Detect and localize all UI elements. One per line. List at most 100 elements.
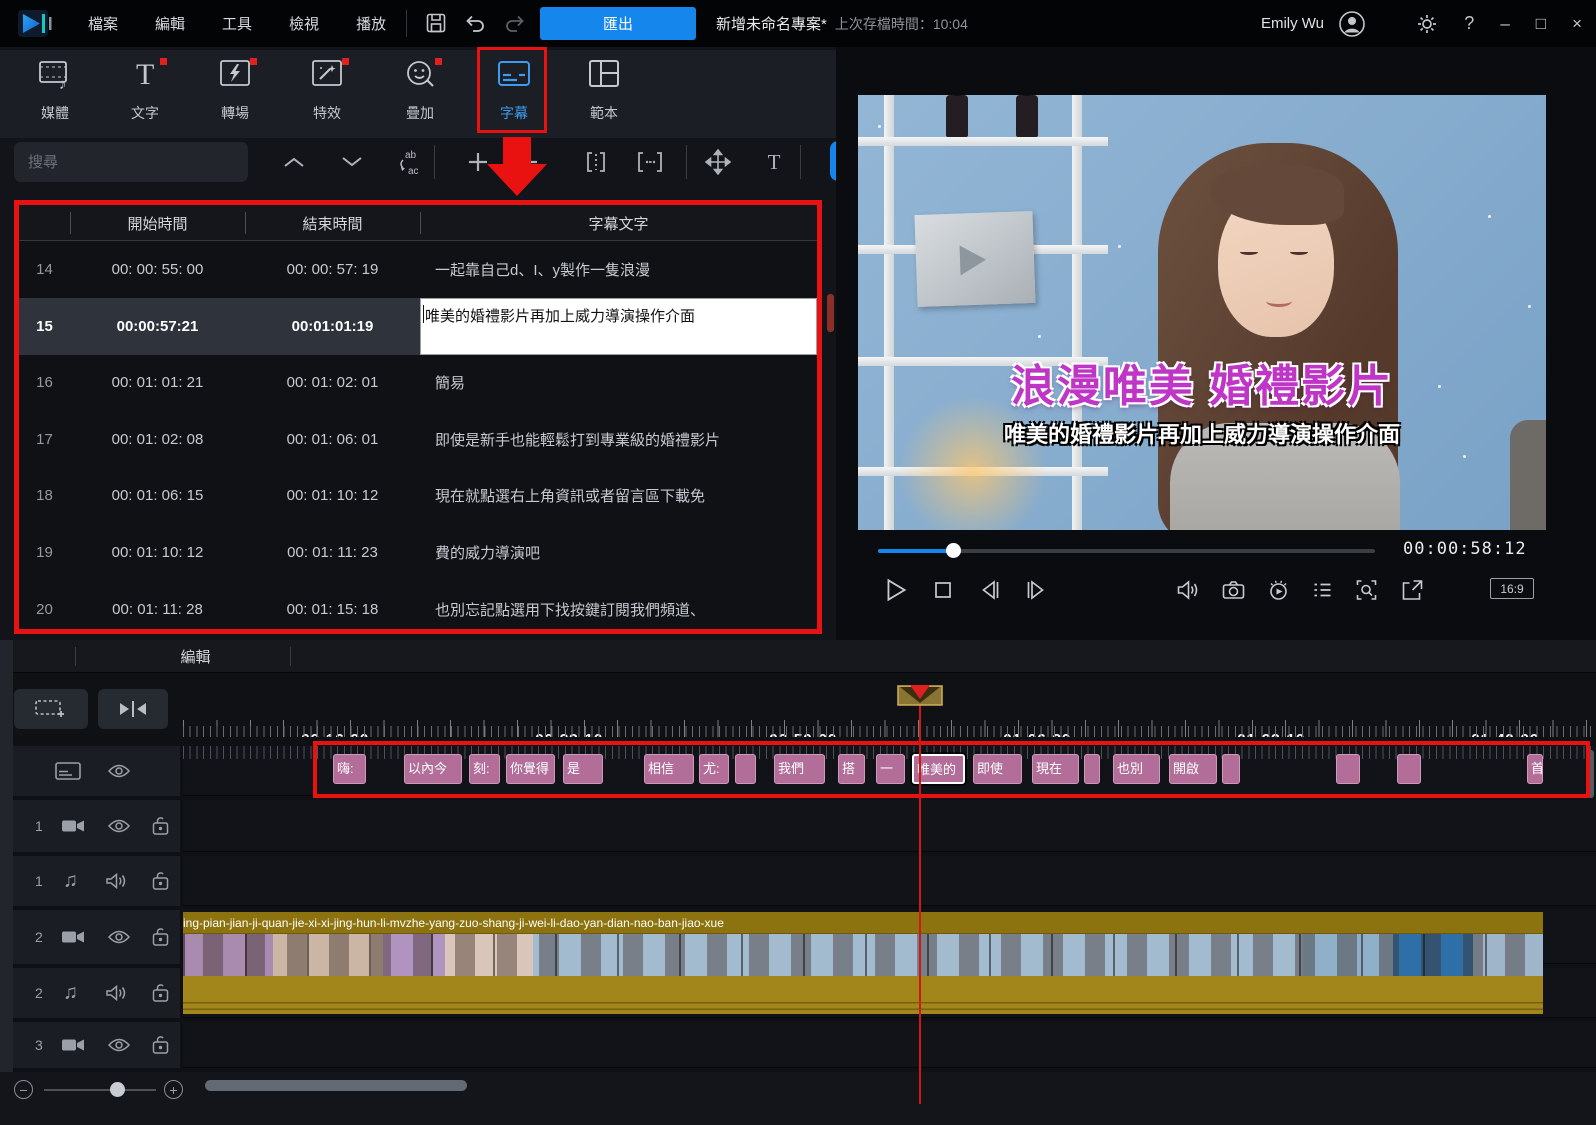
track-lane-video-1[interactable] (183, 800, 1596, 852)
track-header-audio-2[interactable]: 2♫ (13, 968, 180, 1018)
move-subtitle-icon[interactable] (700, 146, 736, 178)
track-header-video-3[interactable]: 3 (13, 1022, 180, 1068)
undo-icon[interactable] (462, 11, 488, 35)
save-icon[interactable] (424, 11, 448, 35)
lock-icon[interactable] (151, 872, 170, 891)
start-time-cell[interactable]: 00: 01: 11: 28 (70, 581, 245, 634)
export-button[interactable]: 匯出 (540, 7, 696, 40)
eye-icon[interactable] (107, 930, 131, 945)
next-frame-button[interactable] (1020, 574, 1052, 606)
lock-icon[interactable] (151, 984, 170, 1003)
subtitle-clip[interactable]: 以內今 (404, 754, 462, 784)
menu-file[interactable]: 檔案 (88, 13, 118, 34)
subtitle-clip[interactable]: 搭 (838, 754, 865, 784)
play-button[interactable] (880, 574, 912, 606)
previous-frame-button[interactable] (974, 574, 1006, 606)
subtitle-clip[interactable] (735, 754, 756, 784)
subtitle-text-cell[interactable]: 現在就點選右上角資訊或者留言區下載免 (435, 467, 815, 524)
subtitle-clip[interactable]: 也別 (1113, 754, 1160, 784)
lock-icon[interactable] (151, 1036, 170, 1055)
library-tab-text[interactable]: T文字 (109, 58, 181, 132)
end-time-cell[interactable]: 00: 00: 57: 19 (245, 241, 420, 298)
stop-button[interactable] (927, 574, 959, 606)
track-lane-video-3[interactable] (183, 1022, 1596, 1068)
subtitle-clip[interactable] (1397, 754, 1421, 784)
split-subtitle-icon[interactable] (578, 146, 614, 178)
subtitle-row-17[interactable]: 1700: 01: 02: 0800: 01: 06: 01即使是新手也能輕鬆打… (19, 411, 817, 468)
tab-edit[interactable]: 編輯 (88, 640, 303, 673)
detach-preview-icon[interactable] (1396, 574, 1428, 606)
help-button[interactable]: ? (1464, 13, 1474, 34)
subtitle-clip[interactable]: 首 (1527, 754, 1543, 784)
subtitle-row-16[interactable]: 1600: 01: 01: 2100: 01: 02: 01簡易 (19, 354, 817, 411)
track-header-audio-1[interactable]: 1♫ (13, 856, 180, 906)
playback-quality-icon[interactable] (1262, 574, 1294, 606)
zoom-slider-knob[interactable] (110, 1082, 125, 1097)
subtitle-clip[interactable]: 是 (563, 754, 603, 784)
track-header-video-1[interactable]: 1 (13, 800, 180, 852)
track-header-video-2[interactable]: 2 (13, 910, 180, 964)
zoom-out-icon[interactable]: − (14, 1080, 33, 1099)
subtitle-row-15[interactable]: 1500:00:57:2100:01:01:19唯美的婚禮影片再加上威力導演操作… (19, 298, 817, 355)
menu-edit[interactable]: 編輯 (155, 13, 185, 34)
auto-correct-text-icon[interactable]: ab ac (390, 146, 426, 178)
menu-view[interactable]: 檢視 (289, 13, 319, 34)
start-time-cell[interactable]: 00: 01: 02: 08 (70, 411, 245, 468)
start-time-cell[interactable]: 00: 01: 01: 21 (70, 354, 245, 411)
subtitle-row-18[interactable]: 1800: 01: 06: 1500: 01: 10: 12現在就點選右上角資訊… (19, 467, 817, 524)
subtitle-text-edit-input[interactable]: 唯美的婚禮影片再加上威力導演操作介面 (420, 298, 817, 355)
subtitle-row-20[interactable]: 2000: 01: 11: 2800: 01: 15: 18也別忘記點選用下找按… (19, 581, 817, 634)
minimize-button[interactable]: – (1500, 15, 1509, 32)
avatar[interactable] (1338, 10, 1366, 38)
start-time-cell[interactable]: 00: 01: 06: 15 (70, 467, 245, 524)
start-time-cell[interactable]: 00: 00: 55: 00 (70, 241, 245, 298)
subtitle-clip[interactable]: 相信 (644, 754, 694, 784)
subtitle-clip[interactable]: 我們 (774, 754, 825, 784)
column-header-end[interactable]: 結束時間 (245, 205, 420, 241)
lock-icon[interactable] (151, 817, 170, 836)
subtitle-clip[interactable]: 一 (876, 754, 905, 784)
playhead-marker[interactable] (897, 685, 943, 707)
menu-play[interactable]: 播放 (356, 13, 386, 34)
end-time-cell[interactable]: 00: 01: 10: 12 (245, 467, 420, 524)
zoom-preview-icon[interactable] (1350, 574, 1382, 606)
start-time-cell[interactable]: 00:00:57:21 (70, 298, 245, 355)
playhead-line[interactable] (919, 700, 921, 1104)
end-time-cell[interactable]: 00: 01: 15: 18 (245, 581, 420, 634)
search-input[interactable] (14, 142, 248, 182)
subtitle-clip[interactable] (1222, 754, 1240, 784)
settings-gear-icon[interactable] (1416, 13, 1438, 35)
end-time-cell[interactable]: 00: 01: 11: 23 (245, 524, 420, 581)
subtitle-clip[interactable] (1336, 754, 1360, 784)
menu-tools[interactable]: 工具 (222, 13, 252, 34)
chapter-list-icon[interactable] (1306, 574, 1338, 606)
subtitle-text-cell[interactable]: 一起靠自己d、I、y製作一隻浪漫 (435, 241, 815, 298)
apply-button-partial[interactable] (830, 141, 836, 181)
library-tab-effects[interactable]: 特效 (291, 58, 363, 132)
subtitle-clip[interactable] (1084, 754, 1100, 784)
library-tab-transition[interactable]: 轉場 (199, 58, 271, 132)
speaker-icon[interactable] (105, 985, 129, 1002)
lock-icon[interactable] (151, 928, 170, 947)
next-subtitle-icon[interactable] (334, 146, 370, 178)
subtitle-row-14[interactable]: 1400: 00: 55: 0000: 00: 57: 19一起靠自己d、I、y… (19, 241, 817, 298)
subtitle-text-cell[interactable]: 簡易 (435, 354, 815, 411)
subtitle-clip[interactable]: 尤: (699, 754, 729, 784)
subtitle-clip[interactable]: 開啟 (1169, 754, 1217, 784)
volume-icon[interactable] (1172, 574, 1204, 606)
seek-knob[interactable] (946, 543, 961, 558)
subtitle-text-cell[interactable]: 也別忘記點選用下找按鍵訂閱我們頻道、 (435, 581, 815, 634)
subtitle-text-cell[interactable]: 費的威力導演吧 (435, 524, 815, 581)
subtitle-clip[interactable]: 你覺得 (506, 754, 555, 784)
eye-icon[interactable] (107, 819, 131, 834)
close-button[interactable]: × (1572, 15, 1582, 32)
zoom-slider[interactable] (44, 1089, 156, 1091)
start-time-cell[interactable]: 00: 01: 10: 12 (70, 524, 245, 581)
snapshot-camera-icon[interactable] (1217, 574, 1249, 606)
table-scrollbar-thumb[interactable] (827, 294, 834, 332)
track-lane-audio-1[interactable] (183, 856, 1596, 906)
subtitle-clip[interactable]: 即使 (973, 754, 1022, 784)
redo-icon[interactable] (502, 11, 528, 35)
previous-subtitle-icon[interactable] (276, 146, 312, 178)
column-header-text[interactable]: 字幕文字 (420, 205, 817, 241)
